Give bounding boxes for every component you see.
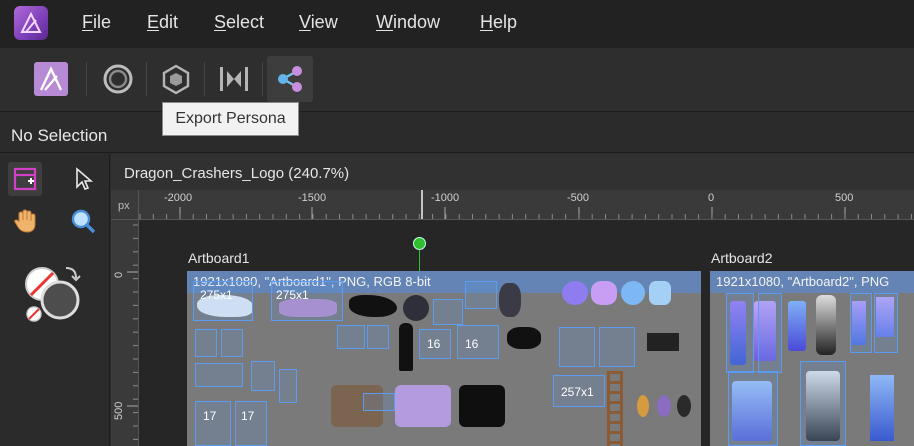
artboard-tool-icon[interactable]	[8, 162, 42, 196]
menu-help[interactable]: Help	[480, 12, 517, 33]
export-slice[interactable]	[465, 281, 497, 309]
ruler-corner[interactable]: px	[111, 190, 139, 220]
ruler-label: -2000	[164, 192, 193, 204]
ruler-label: -1000	[431, 192, 460, 204]
asset-coin	[637, 395, 649, 417]
export-persona-icon[interactable]	[153, 56, 199, 102]
asset-crystal	[870, 375, 894, 441]
persona-toolbar	[0, 48, 914, 112]
toolbar-separator	[262, 62, 263, 96]
export-slice[interactable]	[363, 393, 395, 411]
zoom-tool-icon[interactable]	[66, 204, 100, 238]
asset-silhouette	[349, 295, 397, 317]
slice-label: 17	[203, 409, 217, 423]
slice-label: 16	[465, 337, 479, 351]
rotation-handle-line	[419, 250, 420, 272]
asset-coin	[657, 395, 671, 417]
artboard-label[interactable]: Artboard2	[711, 250, 772, 266]
menu-select[interactable]: Select	[214, 12, 264, 33]
asset-gem	[649, 281, 671, 305]
ruler-label: -1500	[298, 192, 327, 204]
export-slice[interactable]	[559, 327, 595, 367]
rotation-handle[interactable]	[413, 237, 426, 250]
asset-gem	[621, 281, 645, 305]
export-info-bar: 1921x1080, "Artboard2", PNG	[710, 271, 914, 293]
asset-gem	[591, 281, 617, 305]
asset-cart	[459, 385, 505, 427]
slice-label: 275x1	[276, 288, 309, 302]
asset-sign	[647, 333, 679, 351]
asset-crystal	[788, 301, 806, 351]
artboard-label[interactable]: Artboard1	[188, 250, 249, 266]
menu-view[interactable]: View	[299, 12, 338, 33]
ruler-unit: px	[118, 200, 130, 212]
export-slice[interactable]	[367, 325, 389, 349]
affinity-logo-icon[interactable]	[14, 6, 48, 40]
tools-panel	[0, 154, 110, 446]
export-slice[interactable]	[195, 329, 217, 357]
export-slice[interactable]	[850, 293, 872, 353]
ruler-vertical[interactable]: 0 500	[111, 220, 139, 446]
ruler-horizontal[interactable]: -2000 -1500 -1000 -500 0 500	[139, 190, 914, 220]
export-slice[interactable]	[195, 363, 243, 387]
export-slice[interactable]	[758, 293, 782, 373]
toolbar-separator	[86, 62, 87, 96]
artboard-1[interactable]: 1921x1080, "Artboard1", PNG, RGB 8-bit 2…	[187, 271, 701, 446]
export-slice[interactable]	[599, 327, 635, 367]
document-title: Dragon_Crashers_Logo (240.7%)	[124, 165, 350, 182]
slice-label: 17	[241, 409, 255, 423]
photo-persona-icon[interactable]	[211, 56, 257, 102]
selection-status: No Selection	[11, 126, 108, 145]
toolbar-separator	[146, 62, 147, 96]
asset-pot	[507, 327, 541, 349]
export-slice[interactable]	[728, 371, 778, 446]
asset-torch	[399, 323, 413, 371]
asset-gem	[562, 281, 588, 305]
menu-file[interactable]: File	[82, 12, 111, 33]
ruler-label: 0	[708, 192, 715, 204]
export-slice[interactable]	[337, 325, 365, 349]
ruler-label: 500	[835, 192, 854, 204]
context-toolbar: No Selection	[0, 113, 914, 153]
asset-ladder	[607, 371, 623, 446]
menu-bar: File Edit Select View Window Help	[0, 0, 914, 48]
export-slice[interactable]	[279, 369, 297, 403]
share-icon[interactable]	[267, 56, 313, 102]
move-tool-icon[interactable]	[66, 162, 100, 196]
canvas[interactable]: Artboard1 Artboard2 1921x1080, "Artboard…	[139, 220, 914, 446]
export-slice[interactable]	[433, 299, 463, 325]
asset-rock	[403, 295, 429, 321]
export-slice[interactable]	[874, 293, 898, 353]
slice-label: 257x1	[561, 385, 594, 399]
ruler-label: 500	[113, 401, 125, 420]
export-slice[interactable]	[726, 293, 754, 373]
hand-tool-icon[interactable]	[8, 204, 42, 238]
tooltip: Export Persona	[162, 102, 299, 136]
document-tab[interactable]: Dragon_Crashers_Logo (240.7%)	[111, 154, 914, 190]
slice-label: 16	[427, 337, 441, 351]
asset-coin	[677, 395, 691, 417]
asset-cart	[395, 385, 451, 427]
artboard-2[interactable]: 1921x1080, "Artboard2", PNG	[710, 271, 914, 446]
export-slice[interactable]	[221, 329, 243, 357]
designer-persona-icon[interactable]	[28, 56, 74, 102]
menu-edit[interactable]: Edit	[147, 12, 178, 33]
toolbar-separator	[204, 62, 205, 96]
export-slice[interactable]	[251, 361, 275, 391]
color-swatches[interactable]	[22, 262, 88, 326]
export-slice[interactable]	[235, 401, 267, 446]
slice-label: 275x1	[200, 288, 233, 302]
export-slice[interactable]	[800, 361, 846, 446]
ruler-label: -500	[567, 192, 590, 204]
ruler-label: 0	[113, 271, 125, 278]
menu-window[interactable]: Window	[376, 12, 440, 33]
export-slice[interactable]	[195, 401, 231, 446]
pixel-persona-icon[interactable]	[95, 56, 141, 102]
asset-barrel	[499, 283, 521, 317]
asset-crystal	[816, 295, 836, 355]
